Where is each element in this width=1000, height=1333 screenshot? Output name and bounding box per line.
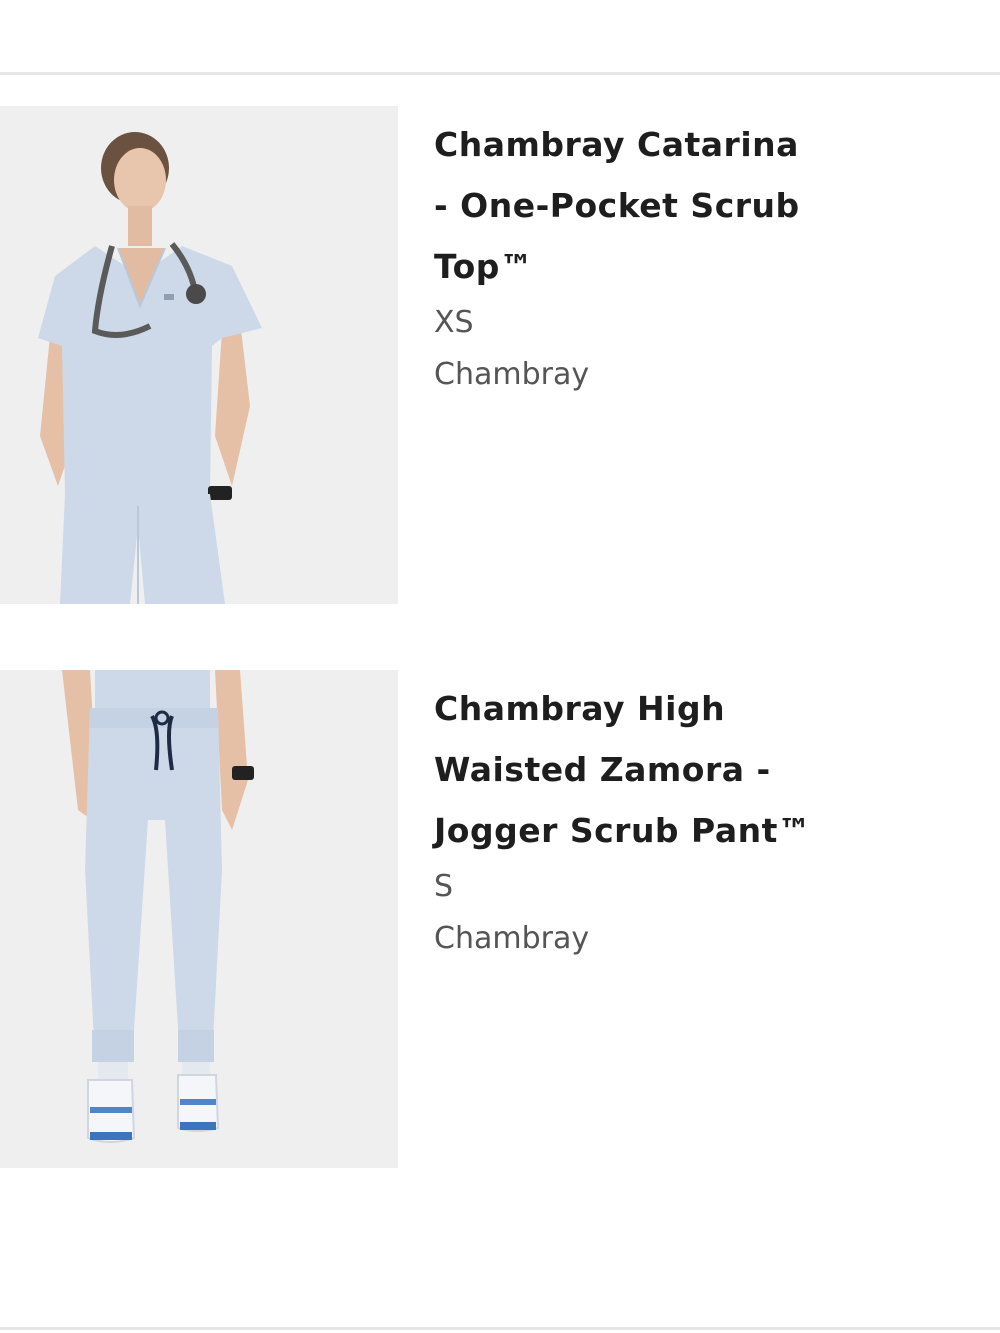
cart-item: Chambray High Waisted Zamora - Jogger Sc…: [0, 670, 1000, 1170]
product-size: S: [434, 869, 454, 904]
product-image[interactable]: [0, 106, 398, 604]
product-size: XS: [434, 305, 474, 340]
footer-divider: [0, 1327, 1000, 1330]
header-divider: [0, 72, 1000, 75]
product-image[interactable]: [0, 670, 398, 1168]
product-title[interactable]: Chambray Catarina - One-Pocket Scrub Top…: [434, 114, 814, 297]
product-title[interactable]: Chambray High Waisted Zamora - Jogger Sc…: [434, 678, 814, 861]
cart-item: Chambray Catarina - One-Pocket Scrub Top…: [0, 106, 1000, 606]
jogger-pant-model-illustration: [0, 670, 398, 1168]
product-color: Chambray: [434, 357, 590, 392]
product-color: Chambray: [434, 921, 590, 956]
scrub-top-model-illustration: [0, 106, 398, 604]
